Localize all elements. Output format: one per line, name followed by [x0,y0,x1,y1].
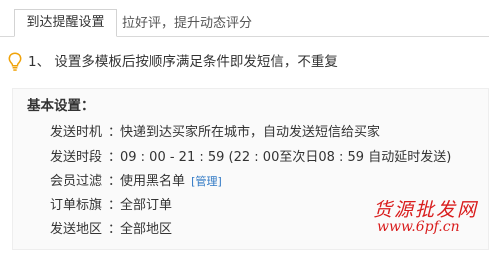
lightbulb-icon [8,52,22,71]
basic-settings-title: 基本设置： [27,98,95,114]
setting-label: 订单标旗 [50,198,103,213]
setting-value: 全部地区 [120,222,173,237]
tab-good-review[interactable]: 拉好评，提升动态评分 [122,9,252,37]
setting-label: 发送时机 [50,125,103,140]
setting-value: 快递到达买家所在城市，自动发送短信给买家 [120,125,381,140]
manage-blacklist-link[interactable]: [管理] [191,175,222,188]
setting-colon: ： [108,150,122,165]
setting-value: 使用黑名单 [120,174,186,189]
setting-colon: ： [108,198,122,213]
setting-value: 09 : 00 - 21 : 59 (22 : 00至次日08 : 59 自动延… [120,150,452,165]
notice-text: 1、 设置多模板后按顺序满足条件即发短信，不重复 [28,54,338,70]
setting-colon: ： [108,222,122,237]
setting-label: 会员过滤 [50,174,103,189]
watermark-text: 货源批发网 [373,199,479,221]
setting-value: 全部订单 [120,198,173,213]
setting-row-send-timing: 发送时机 ：快递到达买家所在城市，自动发送短信给买家 [50,123,380,143]
tab-bar: 到达提醒设置 拉好评，提升动态评分 [0,0,489,38]
setting-row-order-flag: 订单标旗 ：全部订单 [50,196,172,216]
tab-arrival-reminder-settings[interactable]: 到达提醒设置 [14,9,117,37]
watermark: 货源批发网 www.6pf.cn [373,195,485,243]
setting-row-member-filter: 会员过滤 ：使用黑名单 [管理] [50,172,222,192]
setting-label: 发送时段 [50,150,103,165]
setting-row-send-region: 发送地区 ：全部地区 [50,220,172,240]
setting-row-send-period: 发送时段 ：09 : 00 - 21 : 59 (22 : 00至次日08 : 5… [50,148,451,168]
setting-colon: ： [108,174,122,189]
watermark-url: www.6pf.cn [377,219,460,235]
setting-colon: ： [108,125,122,140]
setting-label: 发送地区 [50,222,103,237]
notice-bar: 1、 设置多模板后按顺序满足条件即发短信，不重复 [8,49,489,75]
